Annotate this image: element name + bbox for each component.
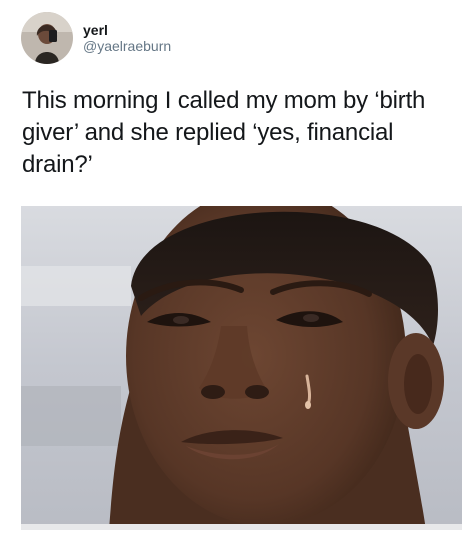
user-info: yerl @yaelraeburn	[83, 22, 171, 55]
attached-photo[interactable]	[21, 206, 462, 530]
crying-boy-photo-icon	[21, 206, 462, 530]
tweet-text: This morning I called my mom by ‘birth g…	[22, 87, 426, 178]
display-name[interactable]: yerl	[83, 22, 171, 38]
user-handle[interactable]: @yaelraeburn	[83, 38, 171, 55]
tweet-header: yerl @yaelraeburn	[21, 12, 171, 64]
avatar-photo-icon	[21, 12, 73, 64]
avatar[interactable]	[21, 12, 73, 64]
